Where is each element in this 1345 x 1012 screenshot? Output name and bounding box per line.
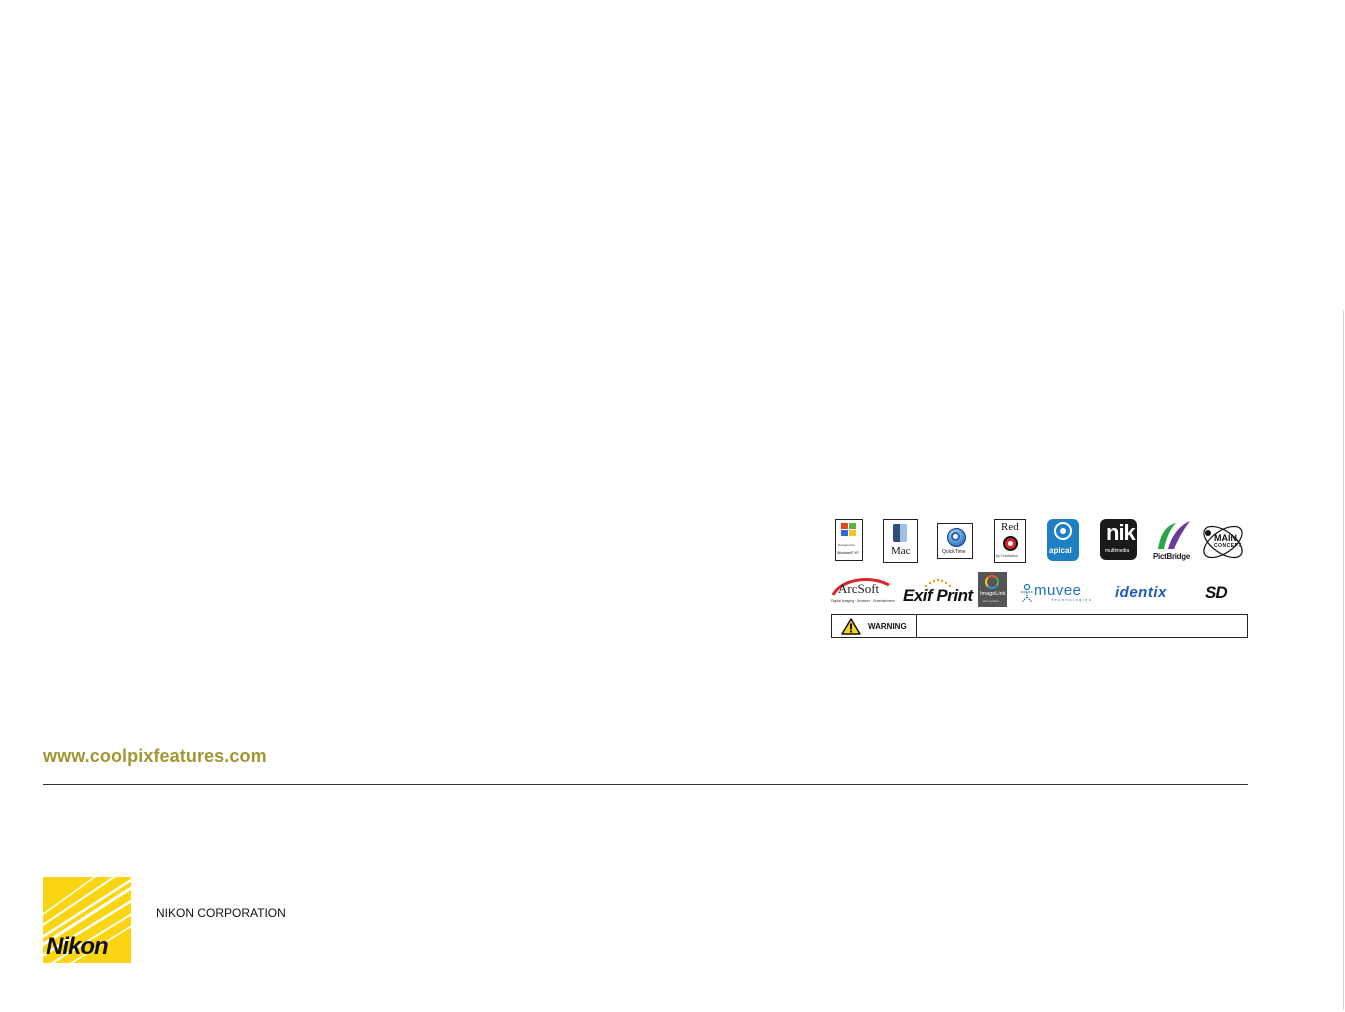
mac-logo: Mac	[883, 519, 918, 563]
identix-label: identix	[1115, 584, 1167, 601]
sd-card-logo: SD	[1205, 584, 1249, 602]
warning-triangle-icon	[841, 618, 861, 635]
nik-sub: multimedia	[1105, 548, 1130, 554]
arcsoft-sub: Digital Imaging · Browser · Entertainmen…	[831, 599, 895, 603]
corporation-name: NIKON CORPORATION	[156, 906, 286, 920]
page-edge-rule	[1343, 310, 1344, 1010]
apical-logo: apical	[1047, 519, 1079, 561]
muvee-sub: technologies	[1052, 597, 1093, 602]
pictbridge-label: PictBridge	[1153, 552, 1191, 561]
windows-flag-icon	[841, 523, 857, 537]
nik-multimedia-logo: nik multimedia	[1100, 519, 1137, 560]
pictbridge-logo: PictBridge	[1152, 519, 1192, 564]
website-link[interactable]: www.coolpixfeatures.com	[43, 746, 267, 767]
quicktime-q-icon	[947, 528, 966, 547]
pictbridge-swoosh-icon	[1158, 521, 1190, 549]
muvee-figure-icon	[1021, 583, 1033, 603]
muvee-label: muvee	[1034, 582, 1082, 599]
nik-label: nik	[1106, 520, 1136, 545]
exif-print-logo: Exif Print	[902, 577, 973, 607]
red-eye-icon	[1003, 536, 1018, 551]
red-eye-label: Red	[1001, 521, 1019, 533]
mainconcept-line2: CONCEPT	[1214, 543, 1242, 549]
windows-xp-logo: Designed for Windows® XP	[835, 519, 863, 561]
identix-logo: identix	[1115, 585, 1195, 603]
red-eye-sub: by FotoNation	[996, 554, 1018, 558]
exif-print-label: Exif Print	[903, 586, 973, 605]
quicktime-label: QuickTime	[942, 549, 966, 555]
nikon-wordmark: Nikon	[46, 933, 109, 960]
nikon-logo: Nikon	[43, 877, 131, 963]
windows-line2: Windows® XP	[837, 551, 859, 555]
sd-label: SD	[1205, 583, 1228, 602]
windows-line1: Designed for	[838, 543, 856, 547]
mac-label: Mac	[891, 545, 911, 557]
imagelink-sub: print system	[983, 599, 1000, 603]
apical-ring-icon	[1054, 522, 1072, 540]
warning-label-cell: WARNING	[832, 615, 917, 637]
arcsoft-label: ArcSoft	[838, 581, 880, 596]
imagelink-logo: ImageLink print system	[978, 572, 1007, 607]
apical-label: apical	[1049, 546, 1072, 555]
mac-face-icon	[893, 524, 907, 542]
warning-box: WARNING	[831, 614, 1248, 638]
imagelink-ring-icon	[985, 575, 999, 589]
quicktime-logo: QuickTime	[937, 523, 973, 559]
mainconcept-line1: MAIN	[1214, 533, 1237, 543]
warning-text	[917, 615, 1247, 637]
warning-label: WARNING	[868, 622, 907, 631]
imagelink-label: ImageLink	[980, 591, 1006, 597]
red-eye-fix-logo: Red by FotoNation	[994, 519, 1026, 563]
mainconcept-logo: MAIN CONCEPT	[1199, 519, 1247, 565]
muvee-logo: muvee technologies	[1019, 583, 1101, 605]
footer-divider	[43, 784, 1248, 785]
arcsoft-logo: ArcSoft Digital Imaging · Browser · Ente…	[831, 577, 895, 607]
